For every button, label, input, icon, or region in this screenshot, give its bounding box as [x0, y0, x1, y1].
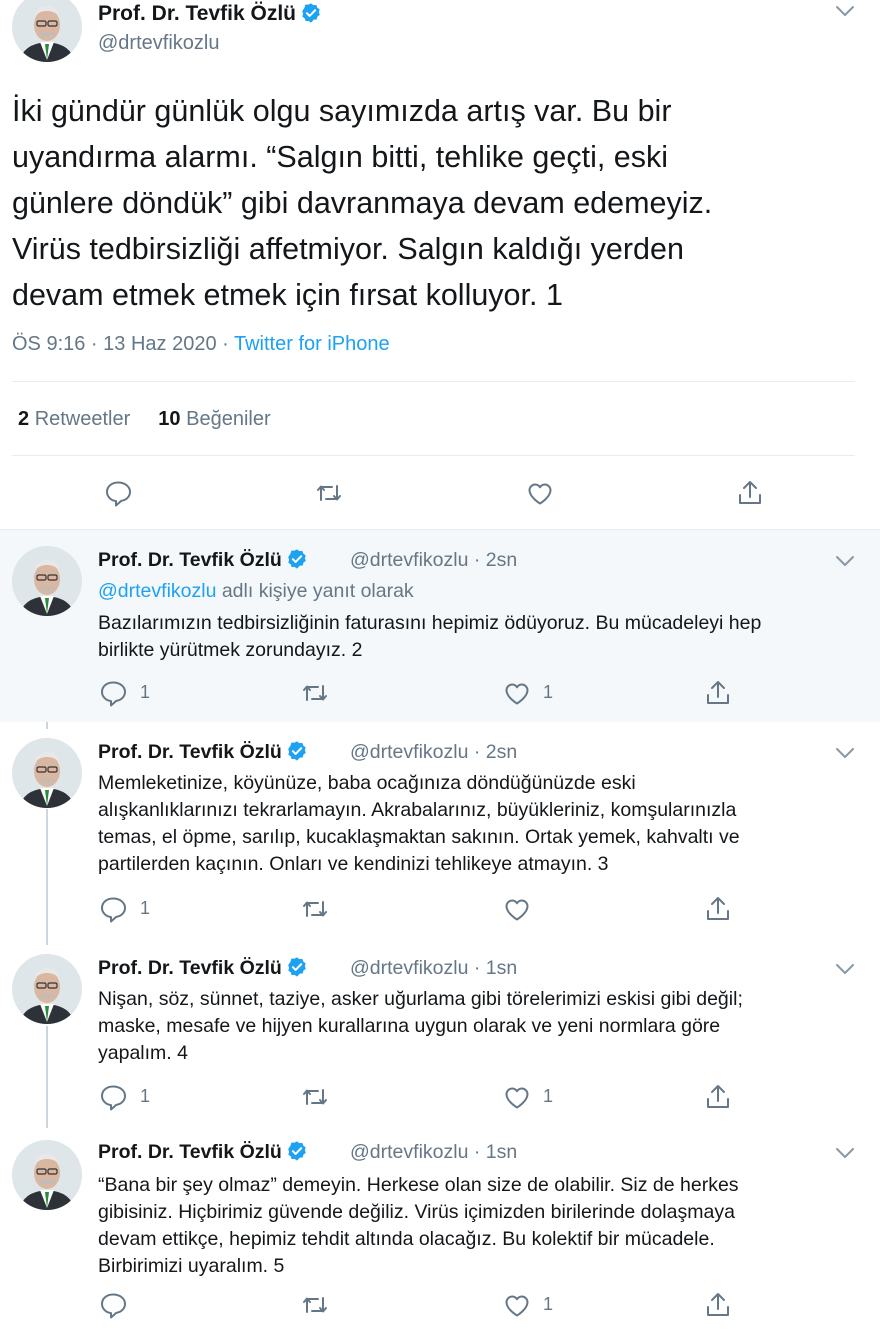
- heart-icon[interactable]: [502, 678, 532, 708]
- author-name[interactable]: Prof. Dr. Tevfik Özlü: [98, 548, 308, 572]
- avatar[interactable]: [12, 0, 82, 62]
- reply-bubble-icon[interactable]: [103, 478, 133, 508]
- retweets-count: 2: [18, 408, 30, 430]
- author-handle[interactable]: @drtevfikozlu: [98, 32, 219, 55]
- like-count: 1: [543, 1294, 554, 1314]
- share-icon[interactable]: [703, 678, 733, 708]
- replying-to-suffix: adlı kişiye yanıt olarak: [216, 580, 414, 602]
- author-handle-time[interactable]: @drtevfikozlu · 2sn: [350, 549, 517, 572]
- verified-badge-icon: [286, 956, 308, 978]
- author-name[interactable]: Prof. Dr. Tevfik Özlü: [98, 740, 308, 764]
- author-name[interactable]: Prof. Dr. Tevfik Özlü: [98, 2, 322, 26]
- divider: [12, 455, 855, 456]
- reply-tweet[interactable]: Prof. Dr. Tevfik Özlü @drtevfikozlu · 1s…: [0, 1128, 880, 1343]
- author-name-text[interactable]: Prof. Dr. Tevfik Özlü: [98, 1141, 282, 1163]
- retweet-icon[interactable]: [300, 894, 330, 924]
- chevron-down-icon[interactable]: [834, 962, 856, 976]
- avatar-image: [12, 546, 82, 616]
- reply-count: 1: [140, 682, 151, 702]
- author-name-text[interactable]: Prof. Dr. Tevfik Özlü: [98, 2, 296, 25]
- verified-badge-icon: [286, 1140, 308, 1162]
- retweet-icon[interactable]: [300, 1082, 330, 1112]
- likes-stat[interactable]: 10 Beğeniler: [158, 408, 270, 430]
- author-handle-time[interactable]: @drtevfikozlu · 1sn: [350, 1141, 517, 1164]
- replying-to-mention[interactable]: @drtevfikozlu: [98, 580, 216, 602]
- reply-tweet[interactable]: Prof. Dr. Tevfik Özlü @drtevfikozlu · 2s…: [0, 722, 880, 942]
- tweet-text: Bazılarımızın tedbirsizliğinin faturasın…: [98, 612, 762, 661]
- chevron-down-icon[interactable]: [834, 746, 856, 760]
- author-name-text[interactable]: Prof. Dr. Tevfik Özlü: [98, 741, 282, 763]
- reply-bubble-icon[interactable]: [98, 894, 128, 924]
- reply-bubble-icon[interactable]: [98, 1290, 128, 1320]
- share-icon[interactable]: [703, 1290, 733, 1320]
- heart-icon[interactable]: [502, 894, 532, 924]
- share-icon[interactable]: [703, 894, 733, 924]
- reply-count: 1: [140, 1086, 151, 1106]
- retweet-icon[interactable]: [300, 1290, 330, 1320]
- heart-icon[interactable]: [502, 1082, 532, 1112]
- avatar-image: [12, 0, 82, 62]
- chevron-down-icon[interactable]: [834, 554, 856, 568]
- tweet-text: Memleketinize, köyünüze, baba ocağınıza …: [98, 772, 740, 875]
- tweet-meta: ÖS 9:16 · 13 Haz 2020 · Twitter for iPho…: [12, 333, 390, 356]
- verified-badge-icon: [286, 548, 308, 570]
- tweet-text: “Bana bir şey olmaz” demeyin. Herkese ol…: [98, 1174, 739, 1277]
- retweet-icon[interactable]: [314, 478, 344, 508]
- avatar-image: [12, 738, 82, 808]
- retweet-icon[interactable]: [300, 678, 330, 708]
- main-tweet: Prof. Dr. Tevfik Özlü @drtevfikozlu İki …: [0, 0, 880, 530]
- author-name-text[interactable]: Prof. Dr. Tevfik Özlü: [98, 549, 282, 571]
- tweet-timestamp[interactable]: ÖS 9:16 · 13 Haz 2020 ·: [12, 333, 234, 355]
- avatar[interactable]: [12, 1140, 82, 1210]
- avatar-image: [12, 954, 82, 1024]
- retweets-label: Retweetler: [34, 408, 131, 430]
- avatar-image: [12, 1140, 82, 1210]
- heart-icon[interactable]: [502, 1290, 532, 1320]
- tweet-text: Nişan, söz, sünnet, taziye, asker uğurla…: [98, 988, 743, 1064]
- reply-bubble-icon[interactable]: [98, 1082, 128, 1112]
- author-handle-time[interactable]: @drtevfikozlu · 2sn: [350, 741, 517, 764]
- avatar[interactable]: [12, 738, 82, 808]
- reply-count: 1: [140, 898, 151, 918]
- author-handle-time[interactable]: @drtevfikozlu · 1sn: [350, 957, 517, 980]
- tweet-source-link[interactable]: Twitter for iPhone: [234, 333, 390, 355]
- avatar[interactable]: [12, 546, 82, 616]
- retweets-stat[interactable]: 2 Retweetler: [18, 408, 130, 430]
- share-icon[interactable]: [703, 1082, 733, 1112]
- author-name-text[interactable]: Prof. Dr. Tevfik Özlü: [98, 957, 282, 979]
- replying-to: @drtevfikozlu adlı kişiye yanıt olarak: [98, 580, 414, 603]
- author-name[interactable]: Prof. Dr. Tevfik Özlü: [98, 956, 308, 980]
- likes-count: 10: [158, 408, 181, 430]
- reply-tweet[interactable]: Prof. Dr. Tevfik Özlü @drtevfikozlu · 1s…: [0, 940, 880, 1130]
- author-name[interactable]: Prof. Dr. Tevfik Özlü: [98, 1140, 308, 1164]
- reply-tweet[interactable]: Prof. Dr. Tevfik Özlü @drtevfikozlu · 2s…: [0, 530, 880, 722]
- divider: [12, 381, 855, 382]
- engagement-stats: 2 Retweetler 10 Beğeniler: [18, 408, 271, 431]
- likes-label: Beğeniler: [186, 408, 271, 430]
- tweet-text: İki gündür günlük olgu sayımızda artış v…: [12, 94, 713, 312]
- verified-badge-icon: [300, 2, 322, 24]
- reply-bubble-icon[interactable]: [98, 678, 128, 708]
- like-count: 1: [543, 1086, 554, 1106]
- chevron-down-icon[interactable]: [834, 4, 856, 18]
- share-icon[interactable]: [735, 478, 765, 508]
- heart-icon[interactable]: [525, 478, 555, 508]
- avatar[interactable]: [12, 954, 82, 1024]
- like-count: 1: [543, 682, 554, 702]
- verified-badge-icon: [286, 740, 308, 762]
- chevron-down-icon[interactable]: [834, 1146, 856, 1160]
